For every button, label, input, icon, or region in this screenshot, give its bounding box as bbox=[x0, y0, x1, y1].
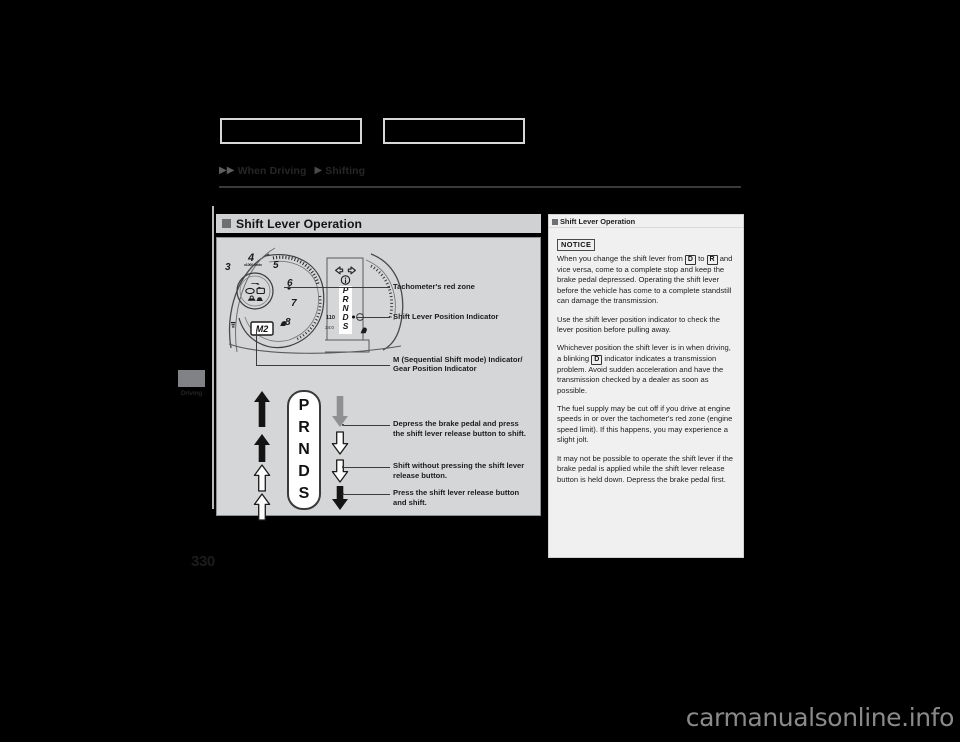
top-placeholder-box-left bbox=[220, 118, 362, 144]
arrow-up-white-1 bbox=[253, 464, 271, 492]
tach-number-3: 3 bbox=[225, 262, 231, 273]
leader-line-m-indicator bbox=[256, 365, 390, 366]
sidebar-paragraph: Use the shift lever position indicator t… bbox=[557, 315, 735, 336]
gate-position-s: S bbox=[298, 485, 310, 502]
arrow-down-white-2 bbox=[331, 459, 349, 483]
legend-text-3: Press the shift lever release button and… bbox=[393, 488, 519, 507]
breadcrumb-item-shifting[interactable]: Shifting bbox=[325, 165, 365, 177]
sidebar-paragraph-list: When you change the shift lever from D t… bbox=[557, 254, 735, 485]
sidebar-header: Shift Lever Operation bbox=[549, 215, 743, 228]
leader-line-shift-indicator bbox=[357, 317, 390, 318]
header-rule bbox=[219, 186, 741, 188]
legend-line-1b: the shift lever release button to shift. bbox=[393, 428, 526, 438]
sidebar-title: Shift Lever Operation bbox=[560, 217, 636, 226]
gate-position-r: R bbox=[298, 419, 310, 436]
arrow-down-black bbox=[331, 486, 349, 510]
sidebar-bullet-icon bbox=[552, 218, 558, 225]
gear-glyph-d: D bbox=[684, 255, 696, 265]
breadcrumb-double-arrow-icon: ▶▶ bbox=[219, 165, 235, 176]
arrow-down-gray bbox=[331, 396, 349, 427]
leader-line-red-zone bbox=[284, 287, 390, 288]
callout-m-line2: Gear Position Indicator bbox=[393, 364, 477, 374]
page-number: 330 bbox=[191, 553, 215, 570]
svg-text:110: 110 bbox=[326, 315, 335, 321]
callout-tachometer-red-zone: Tachometer's red zone bbox=[393, 282, 475, 291]
instrument-cluster-illustration: P R N D S 110 34:0 M2 3 4 5 6 7 8 x1000 … bbox=[223, 244, 408, 354]
sidebar-text-run: The fuel supply may be cut off if you dr… bbox=[557, 404, 733, 445]
legend-line-3a: Press the shift lever release button bbox=[393, 488, 520, 497]
sidebar-text-run: When you change the shift lever from bbox=[557, 254, 685, 263]
legend-line-2a: Shift without pressing the shift lever bbox=[393, 461, 525, 470]
margin-tab-label: Driving bbox=[180, 390, 203, 397]
arrow-up-white-2 bbox=[253, 493, 271, 521]
legend-line-1a: Depress the brake pedal and press bbox=[393, 419, 519, 428]
callout-m-rest: (Sequential Shift mode) Indicator/ bbox=[399, 355, 523, 364]
callout-shift-lever-position-indicator: Shift Lever Position Indicator bbox=[393, 312, 499, 321]
sidebar-text-run: It may not be possible to operate the sh… bbox=[557, 453, 734, 484]
site-watermark: carmanualsonline.info bbox=[685, 703, 955, 732]
sidebar-paragraph: When you change the shift lever from D t… bbox=[557, 254, 735, 307]
leader-line-legend-3 bbox=[344, 494, 390, 495]
sidebar-text-run: to bbox=[695, 254, 707, 263]
tach-number-7: 7 bbox=[291, 298, 297, 309]
svg-text:S: S bbox=[343, 321, 349, 331]
margin-vertical-rule bbox=[212, 206, 214, 509]
sidebar-paragraph: It may not be possible to operate the sh… bbox=[557, 454, 735, 485]
arrow-down-white-1 bbox=[331, 431, 349, 455]
tach-number-5: 5 bbox=[273, 260, 279, 271]
sidebar-paragraph: Whichever position the shift lever is in… bbox=[557, 343, 735, 396]
legend-text-1: Depress the brake pedal and press the sh… bbox=[393, 419, 526, 438]
svg-text:34:0: 34:0 bbox=[325, 325, 334, 330]
tach-unit-label: x1000 r/min bbox=[244, 263, 262, 267]
sidebar-text-run: Use the shift lever position indicator t… bbox=[557, 314, 720, 335]
notice-badge: NOTICE bbox=[557, 239, 596, 251]
leader-line-legend-2 bbox=[344, 467, 390, 468]
arrow-up-black-long bbox=[253, 391, 271, 427]
margin-tab-marker bbox=[178, 370, 205, 387]
sidebar-notice-panel: Shift Lever Operation NOTICE When you ch… bbox=[548, 214, 744, 558]
manual-page: ▶▶ When Driving ▶ Shifting Driving 330 S… bbox=[0, 0, 960, 742]
sidebar-paragraph: The fuel supply may be cut off if you dr… bbox=[557, 404, 735, 446]
breadcrumb-arrow-icon: ▶ bbox=[314, 165, 323, 176]
top-placeholder-box-right bbox=[383, 118, 525, 144]
sidebar-body: NOTICE When you change the shift lever f… bbox=[549, 228, 743, 485]
section-bullet-icon bbox=[222, 219, 231, 228]
legend-line-3b: and shift. bbox=[393, 497, 427, 507]
gate-position-n: N bbox=[298, 441, 310, 458]
breadcrumb-item-when-driving[interactable]: When Driving bbox=[238, 165, 307, 177]
gear-glyph-r: R bbox=[706, 255, 718, 265]
section-header: Shift Lever Operation bbox=[216, 214, 541, 233]
figure-area: P R N D S 110 34:0 M2 3 4 5 6 7 8 x1000 … bbox=[216, 237, 541, 521]
gate-position-p: P bbox=[298, 397, 310, 414]
leader-line-legend-1 bbox=[344, 425, 390, 426]
legend-line-2b: release button. bbox=[393, 470, 448, 480]
tach-number-8: 8 bbox=[285, 317, 291, 328]
shift-gate-prnds: P R N D S bbox=[287, 390, 321, 510]
section-title: Shift Lever Operation bbox=[236, 216, 363, 231]
breadcrumb: ▶▶ When Driving ▶ Shifting bbox=[219, 164, 365, 178]
gear-glyph-d: D bbox=[591, 354, 603, 365]
main-content-panel: Shift Lever Operation P R N D S 110 34:0… bbox=[216, 214, 541, 521]
gate-position-d: D bbox=[298, 463, 310, 480]
svg-text:M2: M2 bbox=[256, 324, 269, 334]
callout-m-indicator: M (Sequential Shift mode) Indicator/ Gea… bbox=[393, 355, 523, 374]
legend-text-2: Shift without pressing the shift lever r… bbox=[393, 461, 524, 480]
arrow-up-black-short bbox=[253, 434, 271, 462]
leader-line-m-indicator-vertical bbox=[256, 330, 257, 366]
